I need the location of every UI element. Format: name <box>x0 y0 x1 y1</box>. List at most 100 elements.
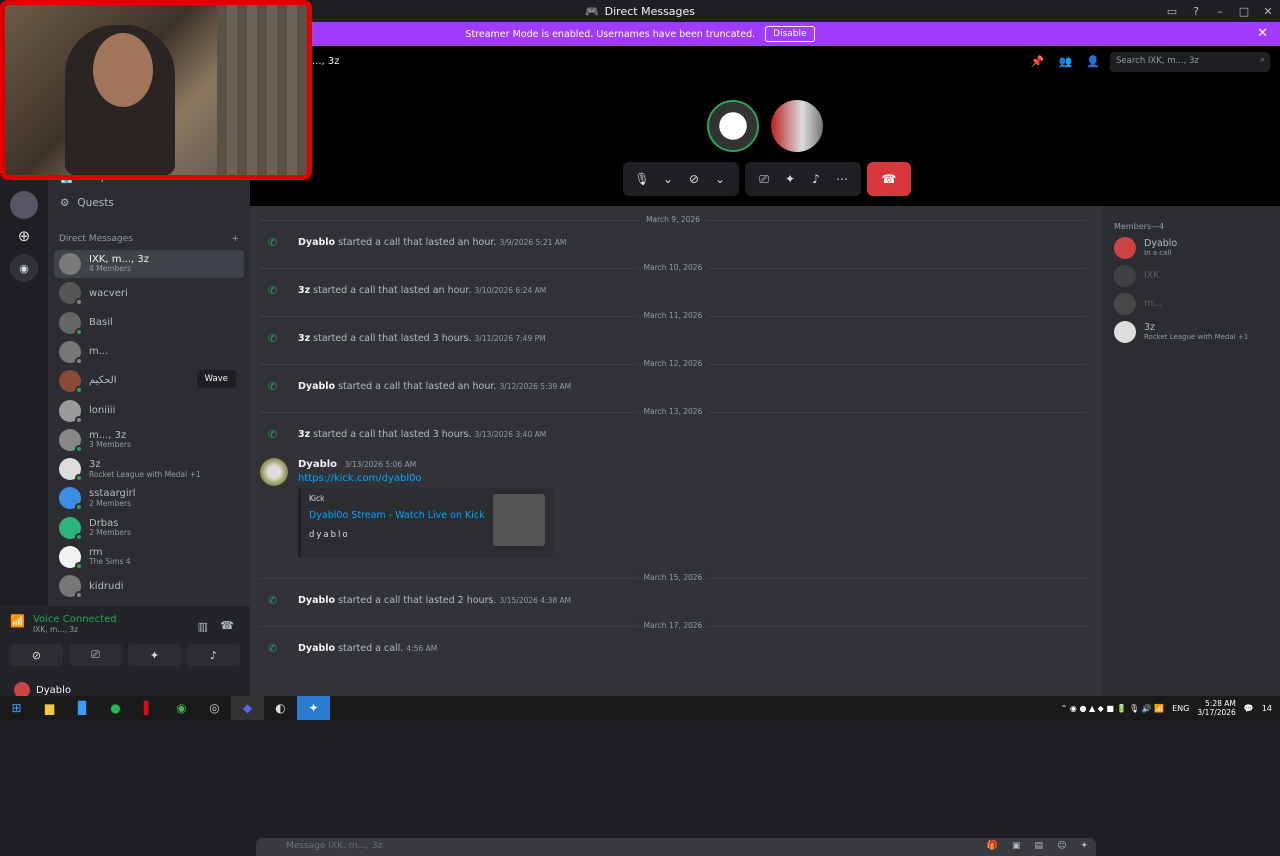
dm-item[interactable]: kidrudi <box>54 572 244 600</box>
dm-item[interactable]: m... <box>54 338 244 366</box>
nav-quests[interactable]: ⚙ Quests <box>56 192 114 214</box>
close-icon[interactable]: ✕ <box>1257 26 1268 41</box>
embed-thumbnail[interactable] <box>493 494 545 546</box>
status-dot <box>75 298 83 307</box>
dm-item[interactable]: 3z Rocket League with Medal +1 <box>54 455 244 483</box>
dm-item[interactable]: m..., 3z 3 Members <box>54 426 244 454</box>
sticker-icon[interactable]: ▤ <box>1035 841 1044 851</box>
activities-icon[interactable]: ✦ <box>779 172 801 186</box>
call-participant-avatar[interactable] <box>707 100 759 152</box>
spotify-icon[interactable]: ● <box>99 696 132 720</box>
embed-description: dyablo <box>309 530 350 540</box>
avatar <box>1114 237 1136 259</box>
soundboard-button[interactable]: ♪ <box>187 644 240 666</box>
obs-icon[interactable]: ◐ <box>264 696 297 720</box>
pin-icon[interactable]: 📌 <box>1031 55 1045 68</box>
discord-taskbar-icon[interactable]: ◆ <box>231 696 264 720</box>
add-friend-icon[interactable]: 👥 <box>1059 55 1073 68</box>
message-author[interactable]: 3z <box>298 429 310 440</box>
message-author[interactable]: Dyablo <box>298 595 335 606</box>
dm-subtitle: The Sims 4 <box>89 557 131 567</box>
server-icon[interactable] <box>10 191 38 219</box>
hang-up-button[interactable]: ☎ <box>867 162 911 196</box>
kick-link[interactable]: https://kick.com/dyabl0o <box>298 473 422 484</box>
microphone-icon[interactable]: 🎙 <box>631 172 653 186</box>
share-control[interactable]: ⎚ ✦ ♪ ⋯ <box>745 162 861 196</box>
chevron-down-icon[interactable]: ⌄ <box>709 172 731 186</box>
disable-button[interactable]: Disable <box>765 26 815 42</box>
member-name: 3z <box>1144 321 1156 333</box>
notification-icon[interactable]: 💬 <box>1244 704 1254 713</box>
date-divider: March 17, 2026 <box>260 621 1086 630</box>
dm-item[interactable]: loniiii <box>54 397 244 425</box>
voice-connected-label[interactable]: Voice Connected <box>33 614 117 625</box>
tray-icons[interactable]: ⌃ ◉ ● ▲ ◆ ■ 🔋 🎙 🔊 📶 <box>1061 704 1164 713</box>
gift-icon[interactable]: 🎁 <box>987 841 998 851</box>
dm-item[interactable]: IXK, m..., 3z 4 Members <box>54 250 244 278</box>
member-item[interactable]: m... <box>1114 292 1274 316</box>
battlenet-icon[interactable]: ✦ <box>297 696 330 720</box>
message-author[interactable]: Dyablo <box>298 237 335 248</box>
dm-item[interactable]: sstaargirl 2 Members <box>54 484 244 512</box>
create-dm-icon[interactable]: + <box>231 234 239 244</box>
netflix-icon[interactable]: ▌ <box>132 696 165 720</box>
avatar <box>59 282 83 307</box>
clock[interactable]: 5:28 AM 3/17/2026 <box>1197 699 1235 717</box>
member-item[interactable]: 3z Rocket League with Medal +1 <box>1114 320 1274 344</box>
more-icon[interactable]: ⋯ <box>831 172 853 186</box>
dm-item[interactable]: Drbas 2 Members <box>54 514 244 542</box>
dm-name: 3z <box>89 459 101 471</box>
start-icon[interactable]: ⊞ <box>0 696 33 720</box>
file-explorer-icon[interactable]: ▆ <box>33 696 66 720</box>
screen-share-button[interactable]: ⎚ <box>69 644 122 666</box>
message-author[interactable]: Dyablo 3/13/2026 5:06 AM <box>298 459 416 470</box>
mic-control[interactable]: 🎙 ⌄ ⊘ ⌄ <box>623 162 739 196</box>
dm-item[interactable]: rm The Sims 4 <box>54 543 244 571</box>
wave-button[interactable]: Wave <box>196 370 236 389</box>
camera-off-button[interactable]: ⊘ <box>10 644 63 666</box>
avatar <box>59 340 83 365</box>
gif-icon[interactable]: ▣ <box>1012 841 1021 851</box>
noise-suppression-icon[interactable]: ▥ <box>198 620 208 633</box>
inbox-icon[interactable]: ▭ <box>1160 0 1184 22</box>
language-indicator[interactable]: ENG <box>1172 704 1189 713</box>
help-icon[interactable]: ? <box>1184 0 1208 22</box>
message-author[interactable]: Dyablo <box>298 643 335 654</box>
status-dot <box>75 503 83 512</box>
quests-icon: ⚙ <box>60 197 70 209</box>
maximize-button[interactable]: □ <box>1232 0 1256 22</box>
avatar[interactable] <box>260 458 288 486</box>
call-participant-avatar[interactable] <box>771 100 823 152</box>
camera-off-icon[interactable]: ⊘ <box>683 172 705 186</box>
add-server-icon[interactable]: ⊕ <box>10 222 38 250</box>
message-author[interactable]: 3z <box>298 285 310 296</box>
disconnect-icon[interactable]: ☎ <box>220 619 234 632</box>
app-icon[interactable]: ▉ <box>66 696 99 720</box>
message-author[interactable]: 3z <box>298 333 310 344</box>
discover-icon[interactable]: ◉ <box>10 254 38 282</box>
member-item[interactable]: Dyablo In a call <box>1114 236 1274 260</box>
screen-share-icon[interactable]: ⎚ <box>753 172 775 187</box>
activities-button[interactable]: ✦ <box>128 644 181 666</box>
minimize-button[interactable]: – <box>1208 0 1232 22</box>
dm-item[interactable]: wacveri <box>54 279 244 307</box>
chevron-down-icon[interactable]: ⌄ <box>657 172 679 186</box>
member-list-icon[interactable]: 👤 <box>1086 55 1100 68</box>
message-author[interactable]: Dyablo <box>298 381 335 392</box>
dm-item[interactable]: الحكيم Wave <box>54 367 244 395</box>
webcam-background <box>217 5 307 175</box>
embed-title[interactable]: Dyabl0o Stream - Watch Live on Kick <box>309 510 485 521</box>
voice-status: 📶 Voice Connected IXK, m..., 3z <box>10 614 117 634</box>
emoji-icon[interactable]: ☺ <box>1057 841 1066 851</box>
search-input[interactable]: Search IXK, m..., 3z ⌕ <box>1110 52 1270 72</box>
apps-icon[interactable]: ✦ <box>1080 841 1088 851</box>
chrome-icon[interactable]: ◉ <box>165 696 198 720</box>
steam-icon[interactable]: ◎ <box>198 696 231 720</box>
close-window-button[interactable]: ✕ <box>1256 0 1280 22</box>
soundboard-icon[interactable]: ♪ <box>805 172 827 186</box>
message-input[interactable]: Message IXK, m..., 3z 🎁 ▣ ▤ ☺ ✦ <box>256 838 1096 856</box>
member-item[interactable]: IXK <box>1114 264 1274 288</box>
status-dot <box>75 532 83 541</box>
dm-item[interactable]: Basil <box>54 309 244 337</box>
message-text: started a call. <box>338 643 404 654</box>
